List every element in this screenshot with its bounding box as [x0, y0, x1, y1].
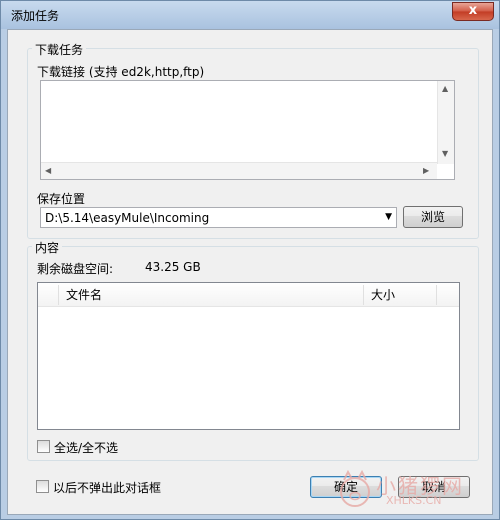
file-list[interactable]: 文件名 大小: [37, 282, 460, 430]
select-all-label[interactable]: 全选/全不选: [54, 439, 118, 456]
size-column-header[interactable]: 大小: [367, 283, 427, 307]
select-all-checkbox[interactable]: [37, 440, 50, 453]
checkbox-column-header[interactable]: [38, 283, 58, 307]
title-bar[interactable]: 添加任务 x: [1, 1, 499, 29]
pig-logo-icon: [340, 470, 370, 507]
save-location-label: 保存位置: [37, 192, 86, 206]
column-divider: [58, 285, 59, 305]
dont-show-again-label[interactable]: 以后不弹出此对话框: [53, 479, 161, 496]
dropdown-arrow-icon[interactable]: ▼: [385, 212, 392, 222]
content-legend: 内容: [32, 239, 63, 256]
column-divider: [436, 285, 437, 305]
add-task-dialog: 添加任务 x 下载任务 下载链接 (支持 ed2k,http,ftp) ▲ ▼ …: [0, 0, 500, 520]
close-button[interactable]: x: [452, 2, 494, 21]
dont-show-again-checkbox[interactable]: [36, 480, 49, 493]
down-arrow-icon[interactable]: ▼: [442, 149, 448, 158]
download-task-group: 下载任务 下载链接 (支持 ed2k,http,ftp) ▲ ▼ ◀ ▶ 保存位…: [27, 41, 479, 239]
save-path-value: D:\5.14\easyMule\Incoming: [45, 211, 210, 225]
download-link-label: 下载链接 (支持 ed2k,http,ftp): [37, 65, 205, 79]
watermark-url: XHLKS.CN: [386, 494, 442, 507]
site-watermark: 小猪猡网 XHLKS.CN: [338, 468, 488, 512]
download-task-legend: 下载任务: [32, 41, 87, 58]
download-link-input[interactable]: ▲ ▼ ◀ ▶: [40, 80, 455, 180]
content-group: 内容 剩余磁盘空间: 43.25 GB 文件名 大小 全选/全不选: [27, 239, 479, 461]
free-space-label: 剩余磁盘空间:: [37, 262, 114, 276]
left-arrow-icon[interactable]: ◀: [45, 166, 51, 175]
right-arrow-icon[interactable]: ▶: [423, 166, 429, 175]
link-horizontal-scrollbar[interactable]: ◀ ▶: [41, 162, 437, 179]
file-list-header: 文件名 大小: [38, 283, 459, 307]
link-vertical-scrollbar[interactable]: ▲ ▼: [437, 81, 454, 164]
column-divider: [363, 285, 364, 305]
up-arrow-icon[interactable]: ▲: [442, 84, 448, 93]
filename-column-header[interactable]: 文件名: [62, 283, 362, 307]
dialog-body: 下载任务 下载链接 (支持 ed2k,http,ftp) ▲ ▼ ◀ ▶ 保存位…: [7, 29, 493, 515]
browse-button[interactable]: 浏览: [403, 206, 463, 228]
close-icon: x: [468, 3, 478, 18]
save-location-combobox[interactable]: D:\5.14\easyMule\Incoming ▼: [40, 207, 397, 228]
free-space-value: 43.25 GB: [145, 260, 201, 274]
window-title: 添加任务: [11, 9, 60, 23]
